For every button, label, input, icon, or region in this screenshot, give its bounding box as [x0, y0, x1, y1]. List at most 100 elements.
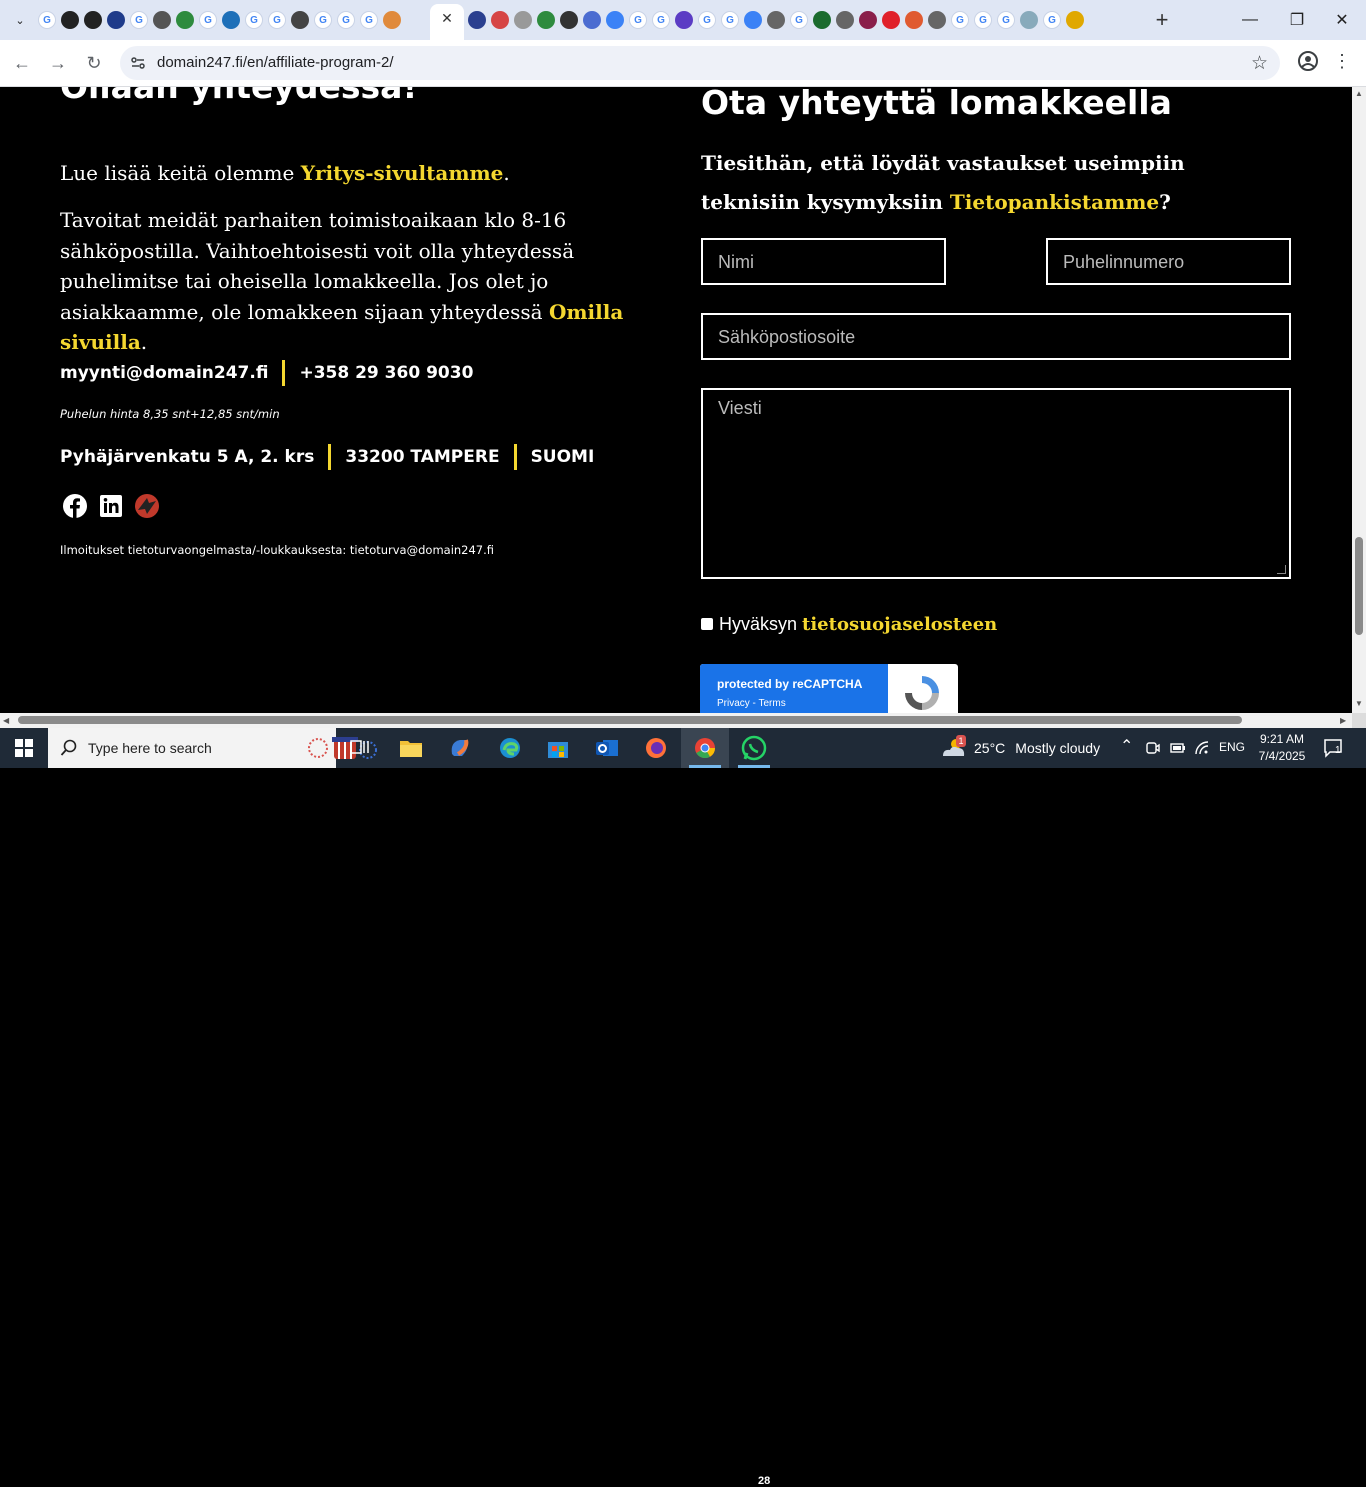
- google-icon[interactable]: G: [974, 11, 992, 29]
- email-link[interactable]: myynti@domain247.fi: [60, 363, 268, 383]
- battery-icon[interactable]: [1170, 741, 1186, 755]
- phone-link[interactable]: +358 29 360 9030: [299, 363, 473, 383]
- message-textarea[interactable]: Viesti: [701, 388, 1291, 579]
- scroll-up-icon[interactable]: ▲: [1355, 89, 1363, 98]
- edit-icon[interactable]: [514, 11, 532, 29]
- ring-icon[interactable]: [491, 11, 509, 29]
- clock[interactable]: 9:21 AM 7/4/2025: [1252, 731, 1312, 765]
- google-icon[interactable]: G: [1043, 11, 1061, 29]
- google-icon[interactable]: G: [199, 11, 217, 29]
- translate-icon[interactable]: [383, 11, 401, 29]
- tray-chevron-icon[interactable]: ⌃: [1120, 736, 1133, 756]
- forward-icon[interactable]: →: [44, 49, 72, 77]
- outlook-icon[interactable]: [583, 728, 631, 768]
- scroll-right-icon[interactable]: ▶: [1340, 716, 1346, 725]
- scroll-down-icon[interactable]: ▼: [1355, 699, 1363, 708]
- resize-handle-icon[interactable]: [1277, 565, 1286, 574]
- pen-icon[interactable]: [1020, 11, 1038, 29]
- globe-icon[interactable]: [928, 11, 946, 29]
- notifications-icon[interactable]: 1: [1322, 736, 1346, 760]
- leaf-icon[interactable]: [537, 11, 555, 29]
- bookmark-star-icon[interactable]: ☆: [1251, 52, 1268, 75]
- google-icon[interactable]: G: [652, 11, 670, 29]
- google-icon[interactable]: G: [951, 11, 969, 29]
- linkedin-icon[interactable]: [98, 493, 124, 519]
- privacy-policy-link[interactable]: tietosuojaselosteen: [802, 614, 997, 635]
- purple-icon[interactable]: [675, 11, 693, 29]
- green-icon[interactable]: [176, 11, 194, 29]
- edge-icon[interactable]: [486, 728, 534, 768]
- back-icon[interactable]: ←: [8, 49, 36, 77]
- close-window-icon[interactable]: ✕: [1322, 6, 1362, 34]
- recaptcha-badge[interactable]: protected by reCAPTCHA Privacy - Terms: [700, 664, 958, 713]
- address-bar[interactable]: domain247.fi/en/affiliate-program-2/ ☆: [120, 46, 1280, 80]
- google-icon[interactable]: G: [698, 11, 716, 29]
- globe-icon[interactable]: [836, 11, 854, 29]
- file-explorer-icon[interactable]: [387, 728, 435, 768]
- tab-search-dropdown-icon[interactable]: ⌄: [8, 8, 32, 32]
- wifi-icon[interactable]: [1194, 740, 1210, 756]
- terminal-icon[interactable]: [813, 11, 831, 29]
- chatgpt-icon[interactable]: [61, 11, 79, 29]
- chrome-taskbar-icon[interactable]: [681, 728, 729, 768]
- xf-icon[interactable]: [222, 11, 240, 29]
- ttp-icon[interactable]: [107, 11, 125, 29]
- google-icon[interactable]: G: [629, 11, 647, 29]
- google-icon[interactable]: G: [245, 11, 263, 29]
- weather-widget[interactable]: 1 25°C Mostly cloudy: [940, 728, 1100, 768]
- minimize-icon[interactable]: —: [1230, 6, 1270, 34]
- taskbar-search[interactable]: Type here to search: [48, 728, 377, 768]
- phone-field[interactable]: Puhelinnumero: [1046, 238, 1291, 285]
- copilot-icon[interactable]: [436, 728, 484, 768]
- meet-now-icon[interactable]: [1146, 740, 1160, 756]
- knowledge-base-link[interactable]: Tietopankistamme: [950, 190, 1159, 214]
- one-icon[interactable]: [1066, 11, 1084, 29]
- google-icon[interactable]: G: [721, 11, 739, 29]
- scroll-left-icon[interactable]: ◀: [3, 716, 9, 725]
- google-icon[interactable]: G: [38, 11, 56, 29]
- infinity-icon[interactable]: [583, 11, 601, 29]
- google-icon[interactable]: G: [268, 11, 286, 29]
- url-text[interactable]: domain247.fi/en/affiliate-program-2/: [157, 54, 394, 71]
- whatsapp-icon[interactable]: [730, 728, 778, 768]
- recaptcha-links[interactable]: Privacy - Terms: [717, 698, 786, 709]
- facebook-icon[interactable]: [62, 493, 88, 519]
- google-icon[interactable]: G: [337, 11, 355, 29]
- vertical-scrollbar[interactable]: ▲ ▼: [1352, 87, 1366, 713]
- hat-icon[interactable]: [291, 11, 309, 29]
- horizontal-scrollbar[interactable]: ◀ ▶: [0, 713, 1352, 728]
- google-icon[interactable]: G: [997, 11, 1015, 29]
- domain247-logo-icon[interactable]: [134, 493, 160, 519]
- b-icon[interactable]: [153, 11, 171, 29]
- company-page-link[interactable]: Yritys-sivultamme: [301, 161, 504, 185]
- horizontal-scroll-thumb[interactable]: [18, 716, 1242, 724]
- restore-icon[interactable]: ❐: [1277, 6, 1317, 34]
- google-icon[interactable]: G: [360, 11, 378, 29]
- language-indicator[interactable]: ENG: [1219, 740, 1245, 754]
- site-info-icon[interactable]: [130, 55, 146, 71]
- slash-icon[interactable]: [744, 11, 762, 29]
- google-icon[interactable]: G: [130, 11, 148, 29]
- new-tab-button[interactable]: +: [1150, 7, 1174, 32]
- edge-icon[interactable]: [606, 11, 624, 29]
- profile-icon[interactable]: [1296, 49, 1320, 73]
- opera-icon[interactable]: [882, 11, 900, 29]
- more-menu-icon[interactable]: ⋮: [1333, 49, 1351, 73]
- reload-icon[interactable]: ↻: [80, 49, 108, 77]
- globe-icon[interactable]: [767, 11, 785, 29]
- dh-icon[interactable]: [560, 11, 578, 29]
- eye-icon[interactable]: [468, 11, 486, 29]
- start-button[interactable]: [0, 728, 48, 768]
- google-icon[interactable]: G: [314, 11, 332, 29]
- flag-icon[interactable]: [859, 11, 877, 29]
- bars-icon[interactable]: [905, 11, 923, 29]
- close-tab-icon[interactable]: ✕: [439, 10, 455, 26]
- store-icon[interactable]: [534, 728, 582, 768]
- google-icon[interactable]: G: [790, 11, 808, 29]
- chatgpt-icon[interactable]: [84, 11, 102, 29]
- firefox-icon[interactable]: [632, 728, 680, 768]
- name-field[interactable]: Nimi: [701, 238, 946, 285]
- email-field[interactable]: Sähköpostiosoite: [701, 313, 1291, 360]
- task-view-icon[interactable]: [336, 728, 384, 768]
- consent-checkbox[interactable]: [701, 618, 713, 630]
